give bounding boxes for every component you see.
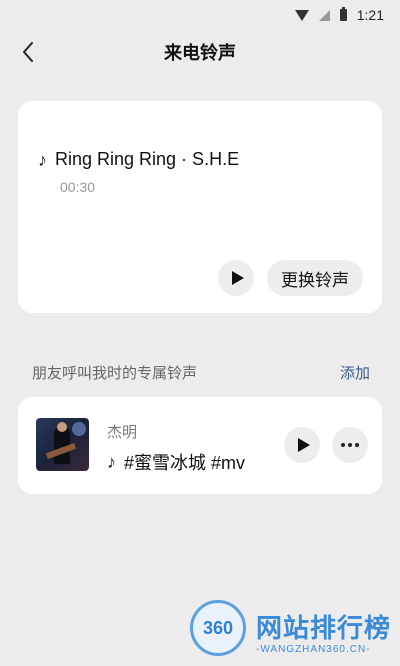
play-friend-button[interactable] bbox=[284, 427, 320, 463]
change-ringtone-button[interactable]: 更换铃声 bbox=[267, 260, 363, 296]
play-icon bbox=[231, 271, 244, 285]
friends-section-title: 朋友呼叫我时的专属铃声 bbox=[32, 365, 198, 382]
page-title: 来电铃声 bbox=[164, 43, 236, 63]
friends-section-header: 朋友呼叫我时的专属铃声 添加 bbox=[32, 362, 370, 383]
signal-icon bbox=[318, 9, 330, 21]
watermark: 360 网站排行榜 -WANGZHAN360.CN- bbox=[190, 600, 400, 662]
music-note-icon: ♪ bbox=[107, 452, 116, 472]
watermark-logo-icon: 360 bbox=[190, 600, 246, 656]
battery-icon bbox=[339, 7, 347, 21]
music-note-icon: ♪ bbox=[38, 149, 47, 170]
watermark-subtitle: -WANGZHAN360.CN- bbox=[256, 644, 371, 655]
wifi-icon bbox=[294, 9, 309, 21]
more-icon bbox=[341, 443, 345, 447]
add-button[interactable]: 添加 bbox=[340, 362, 370, 383]
play-current-button[interactable] bbox=[218, 260, 254, 296]
nav-bar: 来电铃声 bbox=[0, 30, 400, 74]
play-icon bbox=[297, 438, 310, 452]
list-item[interactable]: 杰明 ♪ #蜜雪冰城 #mv bbox=[18, 397, 382, 494]
current-song-duration: 00:30 bbox=[60, 179, 96, 195]
song-cover-thumbnail bbox=[36, 418, 89, 471]
back-button[interactable] bbox=[14, 38, 42, 66]
current-song-row: ♪ Ring Ring Ring · S.H.E bbox=[38, 149, 239, 170]
friend-song-title: #蜜雪冰城 #mv bbox=[124, 453, 246, 473]
friend-name: 杰明 bbox=[107, 424, 138, 441]
current-ringtone-card: ♪ Ring Ring Ring · S.H.E 00:30 更换铃声 bbox=[18, 101, 382, 313]
chevron-left-icon bbox=[23, 42, 33, 62]
more-options-button[interactable] bbox=[332, 427, 368, 463]
friend-song-row: ♪ #蜜雪冰城 #mv bbox=[107, 449, 245, 475]
status-bar: 1:21 bbox=[0, 0, 400, 30]
watermark-title: 网站排行榜 bbox=[256, 613, 392, 643]
current-song-title: Ring Ring Ring · S.H.E bbox=[55, 149, 240, 169]
status-time: 1:21 bbox=[356, 7, 384, 23]
